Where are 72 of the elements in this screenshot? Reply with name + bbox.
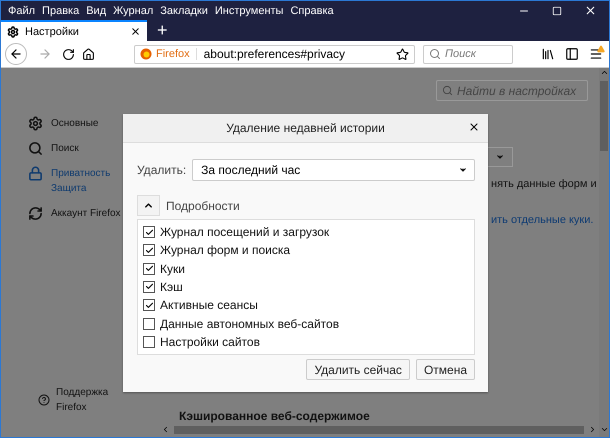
details-toggle-button[interactable]: [137, 195, 160, 216]
address-bar[interactable]: Firefox about:preferences#privacy: [134, 44, 415, 64]
dropdown-value: За последний час: [201, 163, 300, 177]
search-icon: [28, 141, 43, 156]
scrollbar[interactable]: [161, 425, 597, 434]
option-text: нять данные форм и: [491, 178, 598, 190]
checkbox[interactable]: [143, 318, 155, 330]
tab-title: Настройки: [25, 26, 80, 38]
warning-icon: [597, 45, 605, 53]
time-range-dropdown[interactable]: За последний час: [192, 159, 475, 181]
scrollbar[interactable]: [599, 68, 609, 437]
checkbox[interactable]: [143, 280, 155, 293]
sidebar-item[interactable]: Основные: [28, 116, 161, 131]
new-tab-button[interactable]: +: [157, 20, 168, 41]
clear-now-button[interactable]: Удалить сейчас: [306, 359, 410, 380]
scroll-thumb[interactable]: [174, 426, 584, 434]
checkbox[interactable]: [143, 336, 155, 348]
back-button[interactable]: [5, 43, 27, 65]
close-icon[interactable]: [468, 121, 480, 133]
checkbox[interactable]: [143, 244, 155, 256]
checkbox[interactable]: [143, 262, 155, 275]
star-icon[interactable]: [396, 48, 409, 60]
checkbox-row[interactable]: Журнал форм и поиска: [143, 241, 469, 260]
scroll-thumb[interactable]: [600, 81, 608, 151]
gear-icon: [28, 116, 43, 131]
field-label: Удалить:: [137, 162, 186, 178]
scroll-right-icon[interactable]: [588, 425, 597, 434]
close-icon[interactable]: [130, 26, 141, 37]
lock-icon: [28, 166, 43, 181]
reload-icon: [62, 48, 74, 60]
forward-arrow-icon: [38, 47, 52, 61]
menu-item[interactable]: Правка: [40, 4, 84, 16]
cancel-button[interactable]: Отмена: [416, 359, 475, 380]
scroll-down-icon[interactable]: [600, 425, 608, 434]
section-heading: Кэшированное веб-содержимое: [179, 409, 371, 423]
sidebar-item[interactable]: Поиск: [28, 141, 161, 156]
details-label: Подробности: [166, 198, 240, 212]
checkbox[interactable]: [143, 299, 155, 312]
firefox-logo-icon: [140, 48, 152, 60]
sidebar-item[interactable]: Аккаунт Firefox: [28, 206, 161, 221]
checkbox[interactable]: [143, 226, 155, 238]
menu-icon[interactable]: [589, 47, 603, 61]
help-icon: [38, 394, 50, 406]
scroll-left-icon[interactable]: [161, 425, 170, 434]
search-field[interactable]: Поиск: [423, 44, 513, 64]
sidebar-icon[interactable]: [565, 47, 579, 61]
checkbox-row[interactable]: Журнал посещений и загрузок: [143, 223, 469, 242]
identity-label: Firefox: [156, 48, 197, 60]
menu-item[interactable]: Вид: [84, 4, 112, 16]
dialog-title: Удаление недавней истории: [226, 121, 385, 135]
menu-item[interactable]: Файл: [6, 4, 40, 16]
menu-item[interactable]: Закладки: [158, 4, 213, 16]
home-icon: [82, 48, 94, 60]
close-icon[interactable]: [584, 4, 597, 17]
url-text: about:preferences#privacy: [204, 47, 346, 61]
menu-item[interactable]: Инструменты: [212, 4, 288, 16]
library-icon[interactable]: [541, 47, 555, 61]
search-icon: [442, 85, 453, 96]
checkbox-row[interactable]: Активные сеансы: [143, 296, 469, 314]
search-icon: [429, 48, 441, 60]
checkbox-row[interactable]: Куки: [143, 260, 469, 278]
checkbox-row[interactable]: Данные автономных веб-сайтов: [143, 314, 469, 333]
browser-tab[interactable]: Настройки: [1, 20, 147, 41]
menu-item[interactable]: Справка: [288, 4, 339, 16]
gear-icon: [7, 26, 19, 38]
scroll-up-icon[interactable]: [600, 68, 608, 77]
sync-icon: [28, 206, 43, 221]
checkbox-row[interactable]: Кэш: [143, 278, 469, 296]
checkbox-row[interactable]: Настройки сайтов: [143, 332, 469, 351]
maximize-icon[interactable]: [552, 6, 562, 16]
menu-item[interactable]: Журнал: [111, 4, 158, 16]
support-link[interactable]: Поддержка Firefox: [38, 385, 161, 415]
